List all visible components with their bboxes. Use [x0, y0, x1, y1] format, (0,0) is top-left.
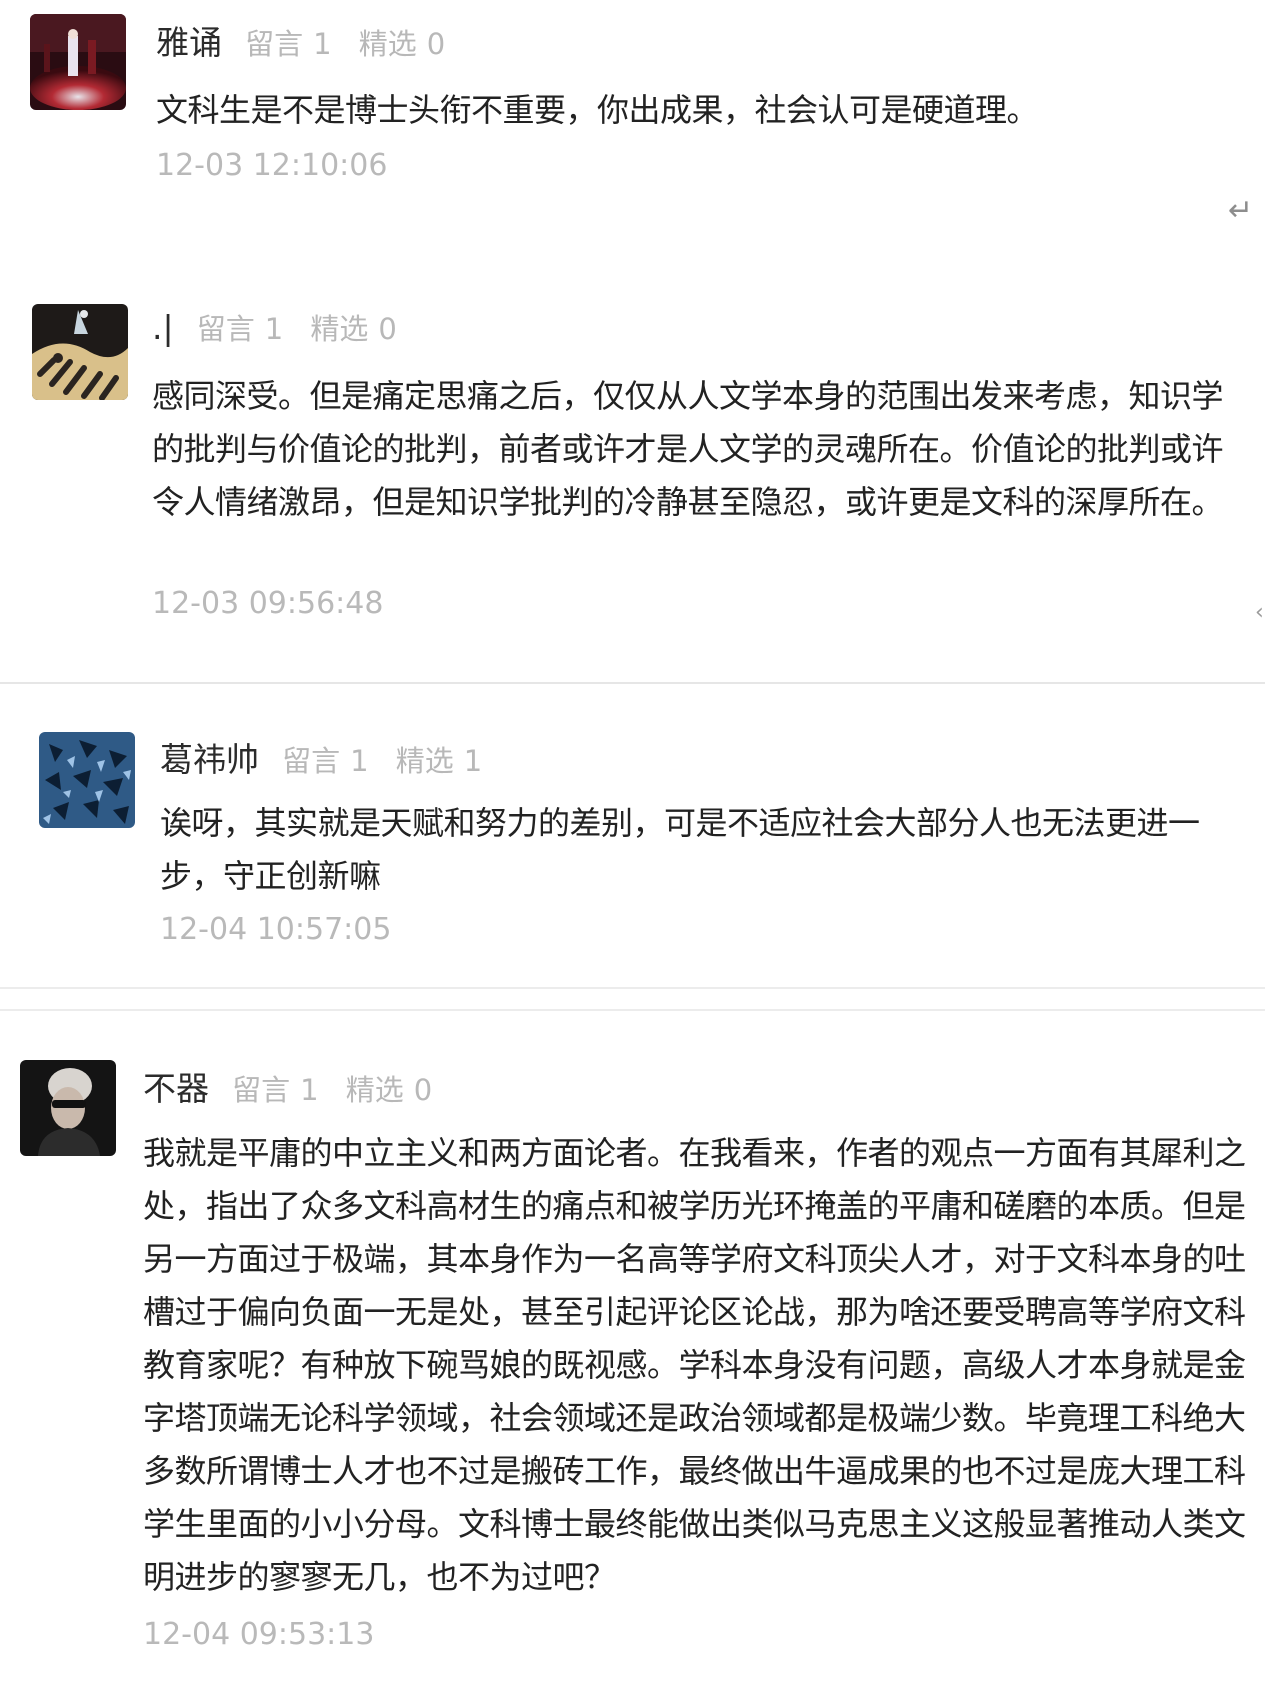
jingxuan-label: 精选	[358, 27, 417, 61]
liuyan-count: 1	[313, 27, 332, 61]
comment-header: 葛祎帅 留言 1 精选 1	[160, 733, 492, 781]
divider	[0, 682, 1265, 684]
author-name[interactable]: 不器	[143, 1069, 209, 1108]
comment-header: 不器 留言 1 精选 0	[143, 1062, 442, 1110]
liuyan-label: 留言	[196, 312, 255, 346]
liuyan-count: 1	[264, 312, 284, 346]
author-name[interactable]: 雅诵	[156, 23, 222, 62]
liuyan-count: 1	[300, 1073, 319, 1107]
comment-stats: 留言 1 精选 0	[245, 27, 455, 61]
divider	[0, 987, 1265, 989]
jingxuan-label: 精选	[345, 1073, 404, 1107]
comment-text: 我就是平庸的中立主义和两方面论者。在我看来，作者的观点一方面有其犀利之处，指出了…	[143, 1134, 1246, 1596]
avatar[interactable]	[39, 732, 135, 828]
chevron-left-icon: ‹	[1255, 600, 1264, 625]
comment-timestamp: 12-03 12:10:06	[156, 148, 388, 183]
comment-stats: 留言 1 精选 0	[197, 312, 407, 346]
comment-timestamp: 12-04 10:57:05	[160, 912, 392, 947]
comment-header: .| 留言 1 精选 0	[152, 306, 407, 348]
liuyan-count: 1	[350, 744, 369, 778]
comment-header: 雅诵 留言 1 精选 0	[156, 16, 455, 64]
comment-stats: 留言 1 精选 1	[282, 744, 492, 778]
divider	[0, 1009, 1265, 1011]
avatar[interactable]	[20, 1060, 116, 1156]
author-name[interactable]: .|	[152, 308, 174, 347]
liuyan-label: 留言	[232, 1073, 291, 1107]
comment-stats: 留言 1 精选 0	[232, 1073, 442, 1107]
jingxuan-count: 0	[378, 312, 397, 346]
jingxuan-count: 0	[413, 1073, 433, 1107]
jingxuan-count: 0	[426, 27, 446, 61]
jingxuan-label: 精选	[310, 312, 369, 346]
comment-text: 诶呀，其实就是天赋和努力的差别，可是不适应社会大部分人也无法更进一步，守正创新嘛	[160, 804, 1200, 895]
comment-text: 文科生是不是博士头衔不重要，你出成果，社会认可是硬道理。	[156, 91, 1039, 129]
comment-text: 感同深受。但是痛定思痛之后，仅仅从人文学本身的范围出发来考虑，知识学的批判与价值…	[152, 377, 1224, 521]
comment-item: 雅诵 留言 1 精选 0 文科生是不是博士头衔不重要，你出成果，社会认可是硬道理。 …	[0, 0, 1265, 240]
author-name[interactable]: 葛祎帅	[160, 740, 259, 779]
comment-timestamp: 12-03 09:56:48	[152, 586, 384, 621]
jingxuan-count: 1	[463, 744, 483, 778]
liuyan-label: 留言	[245, 27, 304, 61]
jingxuan-label: 精选	[395, 744, 454, 778]
avatar[interactable]	[32, 304, 128, 400]
avatar[interactable]	[30, 14, 126, 110]
liuyan-label: 留言	[282, 744, 341, 778]
reply-arrow-icon[interactable]: ↵	[1228, 193, 1253, 228]
comment-timestamp: 12-04 09:53:13	[143, 1617, 375, 1652]
